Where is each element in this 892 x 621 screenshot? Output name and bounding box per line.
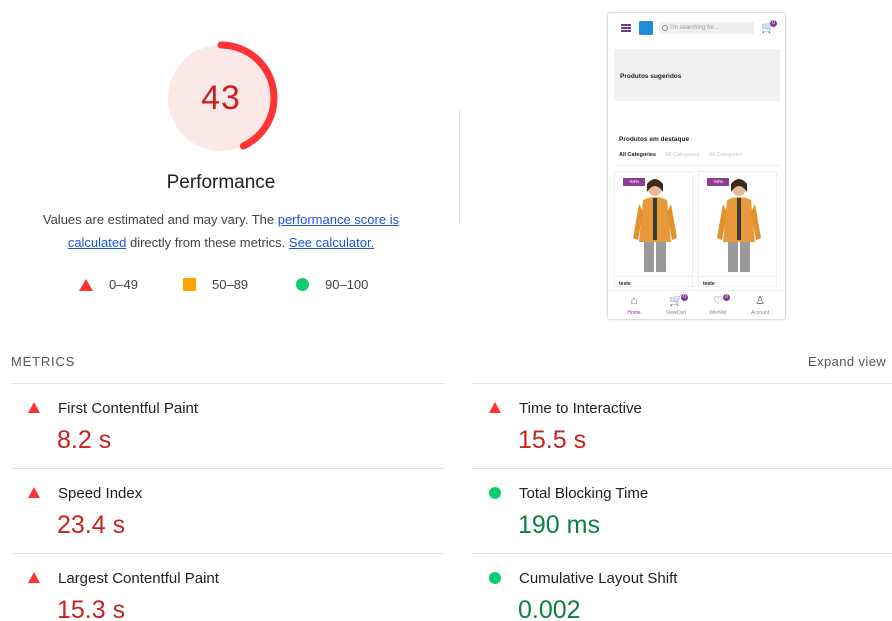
discount-badge: -50% bbox=[707, 178, 729, 186]
preview-product-card: -50% teste bbox=[698, 171, 777, 287]
metric-value: 15.5 s bbox=[518, 426, 587, 454]
description-text: directly from these metrics. bbox=[126, 235, 289, 250]
vertical-divider bbox=[459, 110, 460, 222]
preview-divider bbox=[614, 165, 780, 166]
card-divider bbox=[615, 276, 692, 277]
circle-icon bbox=[296, 278, 309, 291]
preview-bottom-nav: ⌂ Home 🛒 ViewCart 0 ♡ Wishlist 0 ♙ Accou… bbox=[608, 290, 785, 319]
pass-circle-icon bbox=[489, 572, 501, 584]
product-name: teste bbox=[703, 281, 715, 287]
legend-item-average: 50–89 bbox=[183, 277, 248, 292]
product-name: teste bbox=[619, 281, 631, 287]
metric-first-contentful-paint: First Contentful Paint 8.2 s bbox=[11, 384, 431, 464]
fail-triangle-icon bbox=[489, 402, 501, 413]
metric-label: Time to Interactive bbox=[519, 400, 642, 417]
user-icon: ♙ bbox=[755, 295, 765, 307]
description-text: Values are estimated and may vary. The bbox=[42, 212, 278, 227]
nav-label: Account bbox=[750, 310, 770, 316]
preview-banner: Produtos sugeridos bbox=[614, 49, 780, 101]
metric-label: Speed Index bbox=[58, 485, 143, 502]
legend-item-pass: 90–100 bbox=[296, 277, 368, 292]
metric-label: Largest Contentful Paint bbox=[58, 570, 219, 587]
performance-score: 43 bbox=[201, 78, 241, 117]
cart-badge: 0 bbox=[770, 20, 777, 27]
score-description: Values are estimated and may vary. The p… bbox=[22, 208, 420, 254]
square-icon bbox=[183, 278, 196, 291]
legend-range: 50–89 bbox=[212, 277, 249, 292]
fail-triangle-icon bbox=[28, 572, 40, 583]
legend-range: 0–49 bbox=[109, 277, 138, 292]
metric-label: Total Blocking Time bbox=[519, 485, 649, 502]
preview-category-tabs: All Categories All Categories All Catego… bbox=[619, 152, 751, 158]
fail-triangle-icon bbox=[28, 487, 40, 498]
nav-label: Wishlist bbox=[709, 310, 727, 316]
cart-badge: 0 bbox=[681, 294, 688, 301]
metric-speed-index: Speed Index 23.4 s bbox=[11, 469, 431, 549]
metric-cumulative-layout-shift: Cumulative Layout Shift 0.002 bbox=[472, 554, 892, 621]
preview-category-tab: All Categories bbox=[619, 152, 656, 158]
metric-largest-contentful-paint: Largest Contentful Paint 15.3 s bbox=[11, 554, 431, 621]
heart-icon: ♡ bbox=[713, 295, 723, 307]
preview-search-input: I'm searching for... bbox=[659, 22, 754, 34]
nav-label: Home bbox=[627, 310, 641, 316]
preview-nav-cart: 🛒 ViewCart 0 bbox=[656, 294, 696, 316]
expand-view-toggle[interactable]: Expand view bbox=[808, 354, 886, 369]
pass-circle-icon bbox=[489, 487, 501, 499]
final-screenshot-preview[interactable]: I'm searching for... 🛒 0 Produtos sugeri… bbox=[607, 12, 786, 320]
category-title: Performance bbox=[166, 172, 276, 193]
logo-icon bbox=[639, 21, 653, 35]
metric-label: Cumulative Layout Shift bbox=[519, 570, 678, 587]
metric-value: 15.3 s bbox=[57, 596, 126, 621]
metric-total-blocking-time: Total Blocking Time 190 ms bbox=[472, 469, 892, 549]
fail-triangle-icon bbox=[28, 402, 40, 413]
metric-time-to-interactive: Time to Interactive 15.5 s bbox=[472, 384, 892, 464]
jacket-model-image bbox=[633, 179, 677, 272]
nav-label: ViewCart bbox=[665, 310, 687, 316]
jacket-model-image bbox=[717, 179, 761, 272]
legend-item-fail: 0–49 bbox=[79, 277, 138, 292]
metric-value: 190 ms bbox=[518, 511, 600, 539]
preview-header: I'm searching for... 🛒 0 bbox=[608, 13, 785, 43]
triangle-icon bbox=[79, 278, 93, 291]
legend-range: 90–100 bbox=[325, 277, 369, 292]
metric-label: First Contentful Paint bbox=[58, 400, 199, 417]
score-legend: 0–49 50–89 90–100 bbox=[0, 277, 440, 295]
preview-category-tab: All Categories bbox=[708, 152, 743, 158]
metric-value: 8.2 s bbox=[57, 426, 112, 454]
see-calculator-link[interactable]: See calculator. bbox=[289, 235, 374, 250]
preview-nav-account: ♙ Account bbox=[740, 295, 780, 316]
discount-badge: -53% bbox=[623, 178, 645, 186]
preview-nav-home: ⌂ Home bbox=[614, 295, 654, 316]
wishlist-badge: 0 bbox=[723, 294, 730, 301]
metric-value: 0.002 bbox=[518, 596, 581, 621]
preview-product-card: -53% teste bbox=[614, 171, 693, 287]
card-divider bbox=[699, 276, 776, 277]
cart-icon: 🛒 bbox=[669, 295, 683, 307]
preview-category-tab: All Categories bbox=[665, 152, 700, 158]
menu-icon bbox=[621, 24, 631, 32]
metrics-title: METRICS bbox=[11, 354, 76, 369]
home-icon: ⌂ bbox=[630, 295, 638, 307]
preview-section-title: Produtos em destaque bbox=[619, 136, 690, 143]
score-gauge: 43 bbox=[163, 40, 279, 156]
metric-value: 23.4 s bbox=[57, 511, 126, 539]
preview-nav-wishlist: ♡ Wishlist 0 bbox=[698, 294, 738, 316]
